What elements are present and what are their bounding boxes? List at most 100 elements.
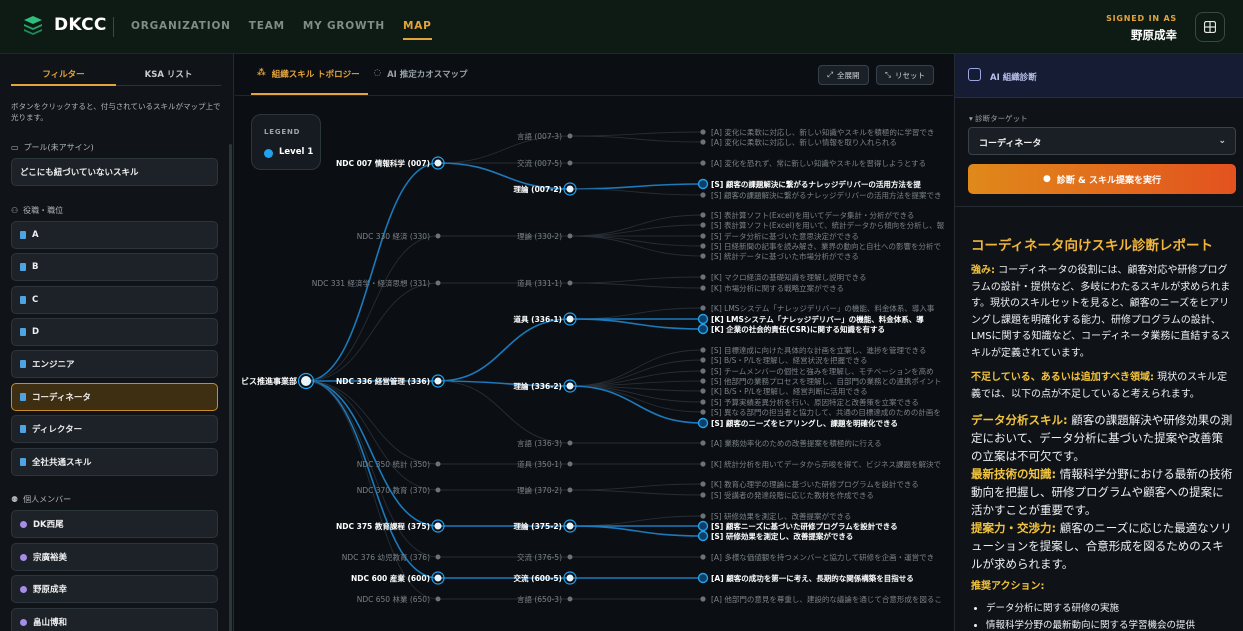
graph-leaf-node <box>700 233 706 239</box>
graph-node <box>435 233 441 239</box>
brand-logo[interactable]: DKCC <box>22 14 107 36</box>
graph-label: NDC 600 産業 (600) <box>351 573 430 583</box>
report-item: 最新技術の知識: 情報科学分野における最新の技術動向を把握し、研修プログラムや顧… <box>971 467 1233 517</box>
graph-label: [S] 異なる部門の担当者と協力して、共通の目標達成のための計画を <box>711 407 941 417</box>
signed-in-label: SIGNED IN AS <box>1106 14 1177 23</box>
graph-label: NDC 330 経済 (330) <box>357 231 430 241</box>
graph-label: 言語 (336-3) <box>517 438 562 448</box>
member-button[interactable]: DK西尾 <box>11 510 218 538</box>
member-button[interactable]: 宗廣裕美 <box>11 543 218 571</box>
graph-label: NDC 376 幼児教育 (376) <box>342 552 430 562</box>
top-bar: DKCC ORGANIZATION TEAM MY GROWTH MAP SIG… <box>0 0 1243 54</box>
role-button-coordinator[interactable]: コーディネータ <box>11 383 218 411</box>
run-diagnosis-button[interactable]: ● 診断 & スキル提案を実行 <box>968 164 1236 194</box>
graph-leaf-node <box>700 409 706 415</box>
graph-label: [S] B/S・P/Lを理解し、経営状況を把握できる <box>711 355 868 365</box>
nav-map[interactable]: MAP <box>402 20 432 40</box>
graph-label: [K] 統計分析を用いてデータから示唆を得て、ビジネス課題を解決で <box>711 459 941 469</box>
badge-icon <box>20 458 26 466</box>
graph-label: [S] 他部門の業務プロセスを理解し、自部門の業務との連携ポイント <box>711 376 941 386</box>
tab-ksa-list[interactable]: KSA リスト <box>116 64 221 86</box>
person-icon <box>20 520 27 528</box>
expand-all-button[interactable]: ⤢ 全展開 <box>818 65 869 85</box>
graph-edge <box>569 483 704 491</box>
role-button-engineer[interactable]: エンジニア <box>11 350 218 378</box>
skill-topology-graph[interactable]: ビス推進事業部 NDC 007 情報科学 (007) NDC 330 経済 (330… <box>235 54 953 631</box>
logo-icon <box>24 16 42 35</box>
graph-edge <box>569 515 704 527</box>
target-select[interactable]: コーディネータ ⌄ <box>968 127 1236 155</box>
people-icon: ⚉ <box>11 495 19 504</box>
role-button-a[interactable]: A <box>11 221 218 249</box>
graph-label: [S] 表計算ソフト(Excel)を用いてデータ集計・分析ができる <box>711 210 914 220</box>
sidebar-help-text: ボタンをクリックすると、付与されているスキルがマップ上で光ります。 <box>11 102 221 122</box>
role-button-company-common[interactable]: 全社共通スキル <box>11 448 218 476</box>
badge-icon <box>20 328 26 336</box>
bot-icon: ● <box>1043 174 1051 184</box>
graph-edge <box>569 307 704 320</box>
tab-ai-chaos-map[interactable]: ◌ AI 推定カオスマップ <box>368 64 476 95</box>
role-button-c[interactable]: C <box>11 286 218 314</box>
graph-label: [A] 業務効率化のための改善提案を積極的に行える <box>711 438 882 448</box>
graph-label: 理論 (330-2) <box>517 231 562 241</box>
graph-leaf-node <box>697 572 709 584</box>
tab-filter[interactable]: フィルター <box>11 64 116 86</box>
graph-label: 言語 (007-3) <box>517 131 562 141</box>
graph-leaf-node <box>700 139 706 145</box>
graph-node <box>435 554 441 560</box>
graph-label: [A] 多様な価値観を持つメンバーと協力して研修を企画・運営でき <box>711 552 934 562</box>
graph-node <box>435 461 441 467</box>
member-button[interactable]: 野原成幸 <box>11 575 218 603</box>
graph-label: [A] 変化を恐れず、常に新しい知識やスキルを習得しようとする <box>711 158 926 168</box>
pool-unassigned-button[interactable]: どこにも紐づいていないスキル <box>11 158 218 186</box>
member-button[interactable]: 畠山博和 <box>11 608 218 631</box>
panel-header: AI 組織診断 <box>955 54 1243 98</box>
nav-organization[interactable]: ORGANIZATION <box>131 20 231 40</box>
map-icon: ◌ <box>373 68 382 78</box>
graph-leaf-node <box>700 368 706 374</box>
role-button-b[interactable]: B <box>11 253 218 281</box>
view-tabs: ⁂ 組織スキル トポロジー ◌ AI 推定カオスマップ <box>251 64 476 95</box>
graph-label: 交流 (600-5) <box>514 573 562 583</box>
graph-leaf-node <box>697 530 709 542</box>
org-icon: ⚇ <box>11 206 19 215</box>
tab-skill-topology[interactable]: ⁂ 組織スキル トポロジー <box>251 64 368 95</box>
graph-edge <box>569 525 704 537</box>
graph-edge <box>569 235 704 247</box>
graph-node <box>567 233 573 239</box>
graph-label: [S] 目標達成に向けた具体的な計画を立案し、進捗を管理できる <box>711 345 926 355</box>
report-actions-heading: 推奨アクション: <box>971 581 1045 592</box>
role-button-director[interactable]: ディレクター <box>11 415 218 443</box>
graph-leaf-node <box>700 596 706 602</box>
graph-label: NDC 007 情報科学 (007) <box>336 158 430 168</box>
graph-label: [A] 他部門の意見を尊重し、建設的な議論を通じて合意形成を図るこ <box>711 594 942 604</box>
graph-label: NDC 650 林業 (650) <box>357 594 430 604</box>
nav-my-growth[interactable]: MY GROWTH <box>303 20 385 40</box>
graph-label: [K] 市場分析に関する戦略立案ができる <box>711 283 844 293</box>
report-actions-list: データ分析に関する研修の実施 情報科学分野の最新動向に関する学習機会の提供 <box>971 600 1233 631</box>
graph-label: 道具 (350-1) <box>517 459 562 469</box>
graph-node <box>435 596 441 602</box>
inbox-icon: ▭ <box>11 143 19 152</box>
graph-label: [S] 統計データに基づいた市場分析ができる <box>711 251 859 261</box>
role-button-d[interactable]: D <box>11 318 218 346</box>
graph-leaf-node <box>700 192 706 198</box>
badge-icon <box>20 393 26 401</box>
sidebar-scrollbar[interactable] <box>229 144 232 631</box>
header-divider <box>113 17 114 37</box>
graph-leaf-node <box>700 554 706 560</box>
graph-edge <box>569 318 704 330</box>
sidebar-tabs: フィルター KSA リスト <box>11 64 221 86</box>
nav-team[interactable]: TEAM <box>249 20 285 40</box>
apps-grid-button[interactable] <box>1195 12 1225 42</box>
reset-button[interactable]: ⤡ リセット <box>876 65 934 85</box>
graph-node <box>435 487 441 493</box>
graph-edge <box>569 282 704 289</box>
graph-label: NDC 350 統計 (350) <box>357 459 430 469</box>
chevron-down-icon: ⌄ <box>1218 136 1226 146</box>
graph-label: [S] 顧客の課題解決に繋がるナレッジデリバーの活用方法を提案でき <box>711 190 942 200</box>
graph-label: [K] LMSシステム「ナレッジデリバー」の機能、料金体系、導 <box>711 314 924 324</box>
graph-label: [S] チームメンバーの個性と強みを理解し、モチベーションを高め <box>711 366 934 376</box>
graph-edge <box>569 135 704 143</box>
graph-node <box>567 461 573 467</box>
